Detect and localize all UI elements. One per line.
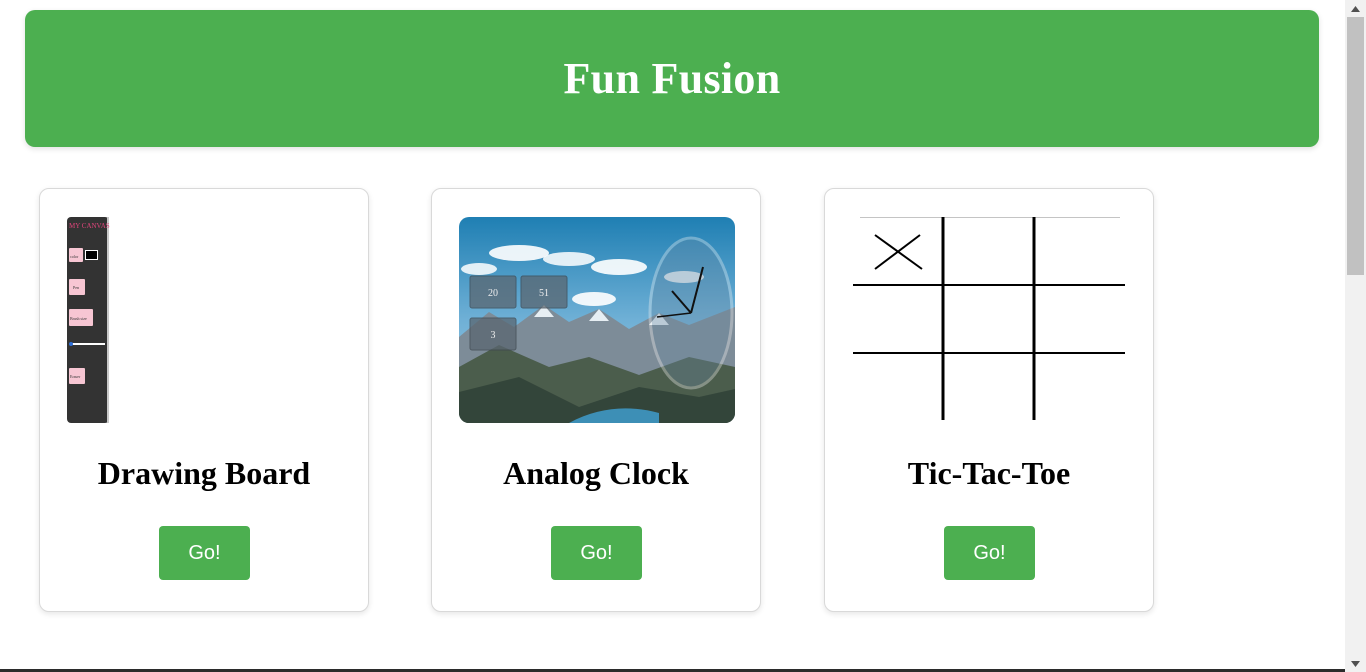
scrollbar-thumb[interactable] [1347,17,1364,275]
vertical-scrollbar[interactable] [1345,0,1366,672]
card-drawing-board: MY CANVAS color Pen Brush size Eraser Dr… [39,188,369,612]
tic-tac-toe-thumbnail [853,217,1125,420]
header-banner: Fun Fusion [25,10,1319,147]
color-button-label: color [70,254,79,259]
card-title-analog-clock: Analog Clock [503,455,689,491]
page-title: Fun Fusion [563,54,781,103]
drawing-board-thumbnail: MY CANVAS color Pen Brush size Eraser [67,217,110,423]
eraser-button-label: Eraser [70,374,81,379]
go-button-tic-tac-toe[interactable]: Go! [944,526,1035,580]
page: Fun Fusion MY CANVAS color Pen Brush siz… [0,0,1345,672]
card-title-tic-tac-toe: Tic-Tac-Toe [907,455,1071,491]
scroll-down-arrow-icon[interactable] [1345,655,1366,672]
x-mark-icon [874,234,923,270]
go-button-analog-clock[interactable]: Go! [551,526,642,580]
pen-button-label: Pen [73,285,79,290]
clock-hours-box: 20 [488,288,498,299]
analog-clock-thumbnail: 20 51 3 [459,217,735,423]
card-tic-tac-toe: Tic-Tac-Toe Go! [824,188,1154,612]
clock-seconds-box: 3 [491,330,496,341]
brush-size-button-label: Brush size [70,316,87,321]
scroll-up-arrow-icon[interactable] [1345,0,1366,17]
canvas-label: MY CANVAS [69,222,110,230]
go-button-drawing-board[interactable]: Go! [159,526,250,580]
clock-minutes-box: 51 [539,288,549,299]
card-analog-clock: 20 51 3 Analog Clock Go! [431,188,761,612]
card-title-drawing-board: Drawing Board [97,455,311,491]
